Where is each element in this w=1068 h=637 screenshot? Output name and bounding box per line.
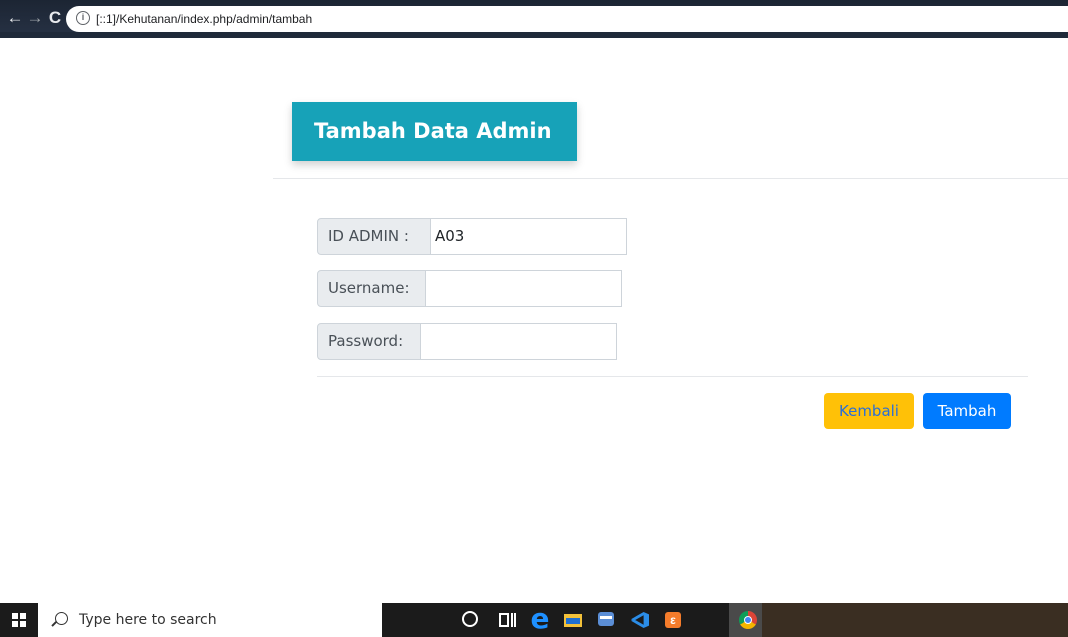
chrome-icon[interactable]	[737, 609, 759, 631]
xampp-icon[interactable]: ε	[662, 609, 684, 631]
password-input[interactable]	[421, 323, 617, 360]
toolbar-divider	[0, 32, 1068, 38]
file-explorer-icon[interactable]	[562, 609, 584, 631]
header-divider	[273, 178, 1068, 179]
tambah-button[interactable]: Tambah	[923, 393, 1011, 429]
reload-icon[interactable]: C	[46, 9, 64, 27]
taskbar-search-placeholder[interactable]: Type here to search	[79, 612, 217, 628]
task-view-icon[interactable]	[496, 609, 518, 631]
kembali-button[interactable]: Kembali	[824, 393, 914, 429]
username-label: Username:	[317, 270, 426, 307]
forward-icon[interactable]: →	[26, 9, 44, 27]
form-divider	[317, 376, 1028, 377]
edge-icon[interactable]: e	[529, 605, 551, 633]
username-group: Username:	[317, 270, 622, 307]
back-icon[interactable]: ←	[6, 9, 24, 27]
username-input[interactable]	[426, 270, 622, 307]
id-admin-group: ID ADMIN : A03	[317, 218, 627, 255]
info-icon[interactable]: i	[76, 11, 90, 25]
store-icon[interactable]	[595, 609, 617, 631]
windows-icon[interactable]	[12, 613, 26, 627]
taskbar-tray-area	[762, 603, 1068, 637]
password-group: Password:	[317, 323, 617, 360]
url-text[interactable]: [::1]/Kehutanan/index.php/admin/tambah	[96, 12, 312, 26]
id-admin-label: ID ADMIN :	[317, 218, 431, 255]
cortana-icon[interactable]	[462, 611, 478, 627]
vscode-icon[interactable]	[629, 609, 651, 631]
page-title: Tambah Data Admin	[292, 102, 577, 161]
search-icon	[55, 612, 68, 625]
id-admin-input[interactable]: A03	[431, 218, 627, 255]
password-label: Password:	[317, 323, 421, 360]
